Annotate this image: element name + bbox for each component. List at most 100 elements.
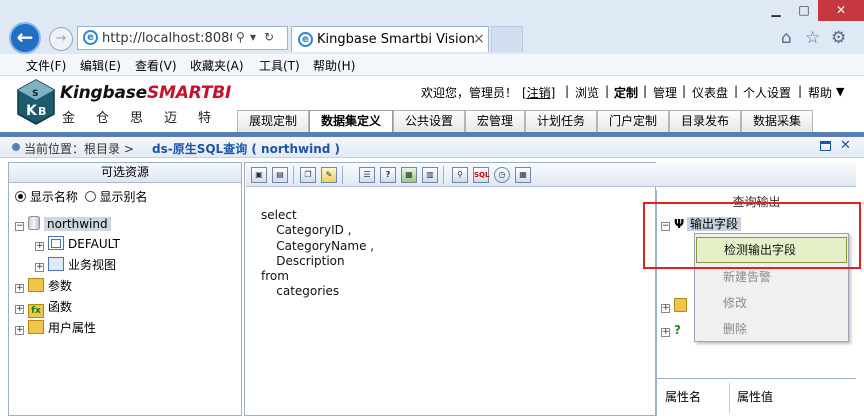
help-dropdown-icon[interactable]: ▼ [836, 85, 844, 98]
menu-help[interactable]: 帮助(H) [313, 57, 355, 74]
menu-favorites[interactable]: 收藏夹(A) [190, 57, 244, 74]
link-dashboard[interactable]: 仪表盘 [692, 84, 728, 101]
window-close-button[interactable]: ✕ [818, 0, 864, 21]
separator: | [798, 84, 803, 98]
collapse-icon[interactable]: − [15, 222, 24, 231]
tab-catalog-publish[interactable]: 目录发布 [669, 110, 741, 132]
tree-node-label[interactable]: DEFAULT [68, 237, 120, 251]
tab-data-collection[interactable]: 数据采集 [741, 110, 813, 132]
breadcrumb: 当前位置：根目录 > ds-原生SQL查询 ( northwind ) ✕ [0, 137, 864, 158]
menu-view[interactable]: 查看(V) [135, 57, 177, 74]
tree-node-params[interactable]: + 参数 [15, 277, 72, 295]
tree-node-user-props[interactable]: + 用户属性 [15, 319, 96, 337]
output-params-node[interactable]: +? [661, 321, 681, 339]
prop-value-header: 属性值 [737, 390, 774, 404]
refresh-icon[interactable]: ↻ [264, 30, 274, 44]
separator: | [565, 84, 570, 98]
radio-show-name[interactable] [15, 191, 26, 202]
tree-node-label[interactable]: 函数 [48, 300, 72, 314]
maximize-panel-icon[interactable] [820, 141, 831, 151]
forward-arrow-icon[interactable]: → [49, 27, 73, 51]
properties-icon[interactable]: ▥ [422, 167, 438, 183]
table-icon[interactable]: ▦ [515, 167, 531, 183]
tab-dataset-definition[interactable]: 数据集定义 [309, 110, 393, 133]
browser-chrome: ▁ □ ✕ ← → e http://localhost:8080/s ⚲ ▾ … [0, 0, 864, 54]
display-mode-radio-group: 显示名称 显示别名 [15, 188, 148, 205]
tree-node-northwind[interactable]: − northwind [15, 215, 111, 233]
address-bar[interactable]: e http://localhost:8080/s ⚲ ▾ ↻ [77, 26, 288, 50]
clear-icon[interactable]: ✎ [321, 167, 337, 183]
link-customize[interactable]: 定制 [614, 84, 638, 101]
expand-icon[interactable]: + [15, 284, 24, 293]
link-help[interactable]: 帮助 [808, 84, 832, 101]
menu-file[interactable]: 文件(F) [26, 57, 66, 74]
maximize-button[interactable]: □ [790, 0, 818, 21]
svg-text:K: K [26, 103, 38, 119]
logo-subtitle: 金仓思迈特 [62, 111, 233, 126]
ie-logo-icon: e [83, 30, 98, 45]
back-arrow-icon[interactable]: ← [9, 22, 41, 54]
address-url[interactable]: http://localhost:8080/s [102, 31, 232, 46]
minimize-button[interactable]: ▁ [762, 0, 790, 21]
tab-scheduled-tasks[interactable]: 计划任务 [525, 110, 597, 132]
tab-macro-management[interactable]: 宏管理 [465, 110, 525, 132]
sql-icon[interactable]: SQL [473, 167, 489, 183]
expand-icon[interactable]: + [661, 328, 670, 337]
output-folder-node[interactable]: + [661, 297, 691, 315]
link-manage[interactable]: 管理 [653, 84, 677, 101]
tree-node-functions[interactable]: + fx 函数 [15, 298, 72, 318]
separator: | [605, 84, 610, 98]
tree-node-label[interactable]: 参数 [48, 279, 72, 293]
save-as-icon[interactable]: ▤ [272, 167, 288, 183]
menu-item-delete[interactable]: 删除 [696, 317, 847, 341]
browser-tab[interactable]: e Kingbase Smartbi Vision × [291, 26, 489, 52]
separator: | [734, 84, 739, 98]
expand-icon[interactable]: + [15, 326, 24, 335]
expand-icon[interactable]: + [35, 263, 44, 272]
menu-edit[interactable]: 编辑(E) [80, 57, 121, 74]
link-browse[interactable]: 浏览 [575, 84, 599, 101]
parameter-icon[interactable]: ? [380, 167, 396, 183]
new-tab-button[interactable] [491, 26, 523, 52]
menu-item-edit[interactable]: 修改 [696, 291, 847, 315]
save-icon[interactable]: ▣ [251, 167, 267, 183]
logo-main-text: Kingbase [60, 83, 147, 103]
logout-link[interactable]: [注销] [522, 84, 555, 101]
expand-icon[interactable]: + [661, 304, 670, 313]
tree-node-business-view[interactable]: + 业务视图 [35, 256, 116, 274]
star-icon[interactable]: ☆ [805, 28, 820, 48]
expand-icon[interactable]: + [35, 242, 44, 251]
breadcrumb-prefix: 当前位置：根目录 > [24, 140, 134, 157]
expand-icon[interactable]: + [15, 305, 24, 314]
tab-portal-customize[interactable]: 门户定制 [597, 110, 669, 132]
sql-text[interactable]: select CategoryID , CategoryName , Descr… [261, 208, 374, 300]
bullet-icon [12, 143, 20, 151]
tab-report-customize[interactable]: 展现定制 [237, 110, 309, 132]
search-icon[interactable]: ⚲ [452, 167, 468, 183]
breadcrumb-path[interactable]: 根目录 > [84, 142, 134, 156]
tab-public-settings[interactable]: 公共设置 [393, 110, 465, 132]
list-icon[interactable]: ☰ [359, 167, 375, 183]
dropdown-arrow-icon[interactable]: ▾ [250, 30, 256, 44]
menu-tools[interactable]: 工具(T) [259, 57, 300, 74]
preview-icon[interactable]: ▦ [401, 167, 417, 183]
close-tab-icon[interactable]: × [473, 31, 485, 47]
search-icon[interactable]: ⚲ [236, 30, 245, 44]
link-personal-settings[interactable]: 个人设置 [743, 84, 791, 101]
home-icon[interactable]: ⌂ [781, 28, 792, 48]
radio-show-alias[interactable] [84, 191, 96, 202]
parameter-folder-icon [28, 278, 44, 292]
close-panel-icon[interactable]: ✕ [840, 138, 851, 153]
tree-node-label[interactable]: 业务视图 [68, 258, 116, 272]
gear-icon[interactable]: ⚙ [831, 28, 846, 48]
tree-node-label[interactable]: northwind [44, 217, 111, 231]
copy-icon[interactable]: ❐ [300, 167, 316, 183]
tree-node-default[interactable]: + DEFAULT [35, 235, 120, 253]
clock-icon[interactable]: ◷ [494, 167, 510, 183]
tree-node-label[interactable]: 用户属性 [48, 321, 96, 335]
folder-icon [674, 298, 687, 312]
schema-icon [48, 236, 64, 250]
kingbase-logo-icon: K B S [17, 79, 55, 125]
annotation-highlight [643, 202, 861, 269]
question-icon: ? [674, 323, 681, 337]
